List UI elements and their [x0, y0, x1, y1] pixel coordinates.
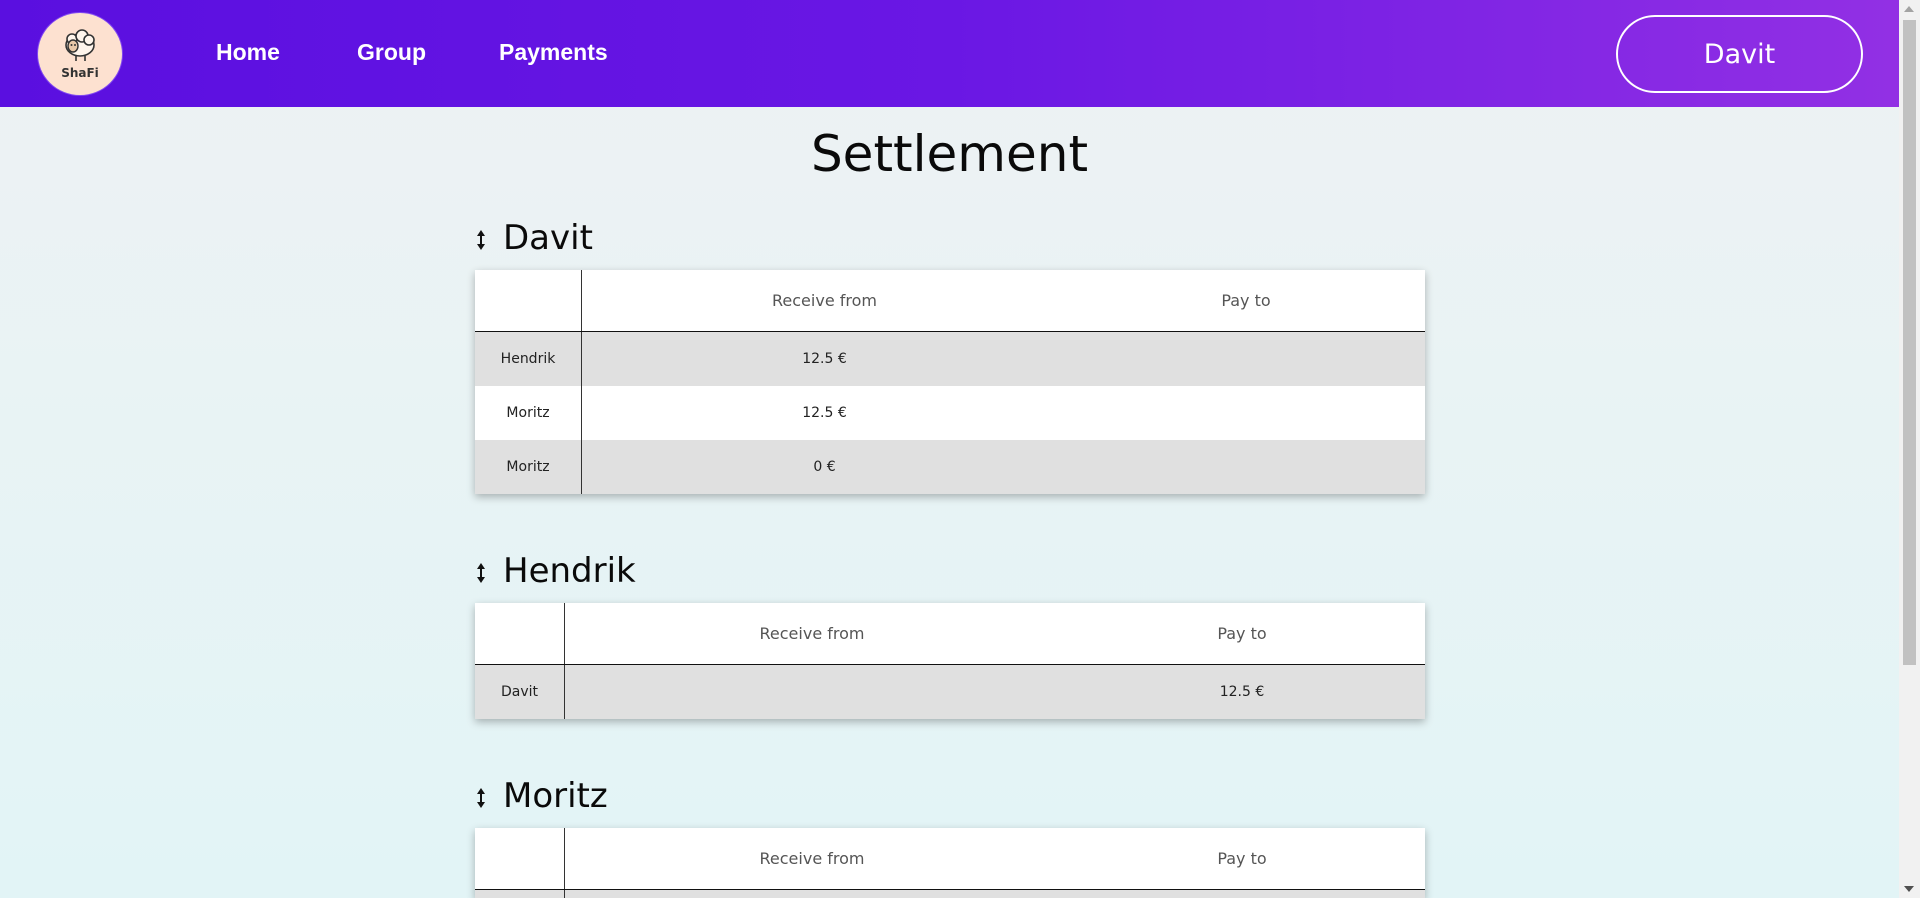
row-pay-amount: [1067, 386, 1425, 440]
vertical-scrollbar[interactable]: [1899, 0, 1920, 898]
page-title: Settlement: [810, 125, 1089, 183]
table-row: Moritz 12.5 €: [475, 386, 1425, 440]
table-row: Moritz 0 €: [475, 440, 1425, 494]
section-title: Moritz: [503, 776, 608, 816]
header-name-cell: [475, 270, 582, 331]
nav-link-home[interactable]: Home: [216, 39, 280, 66]
table-row: Hendrik 12.5 €: [475, 332, 1425, 386]
header-receive-from: Receive from: [759, 624, 865, 643]
settlement-section-hendrik: Hendrik Receive from Pay to Davit 12.5 €: [475, 551, 1425, 719]
row-person-cell: [475, 890, 565, 898]
row-person: Hendrik: [475, 332, 582, 386]
nav-link-group[interactable]: Group: [357, 39, 426, 66]
row-person: Davit: [475, 665, 565, 719]
header-pay-to: Pay to: [1221, 291, 1271, 310]
row-pay-amount: [1067, 332, 1425, 386]
sort-toggle-icon[interactable]: [475, 561, 487, 585]
settlement-table: Receive from Pay to Davit 12.5 €: [475, 603, 1425, 719]
row-receive-amount: [565, 665, 1059, 719]
header-pay-to: Pay to: [1217, 849, 1267, 868]
header-receive-from: Receive from: [772, 291, 877, 310]
table-row: Davit 12.5 €: [475, 665, 1425, 719]
header-receive-from: Receive from: [759, 849, 865, 868]
settlement-table: Receive from Pay to Hendrik 12.5 € Morit…: [475, 270, 1425, 494]
section-header[interactable]: Moritz: [475, 776, 1425, 826]
row-receive-amount: 0 €: [813, 459, 836, 475]
app-logo[interactable]: ShaFi: [38, 13, 122, 95]
settlement-section-davit: Davit Receive from Pay to Hendrik 12.5 €…: [475, 218, 1425, 494]
table-header-row: Receive from Pay to: [475, 270, 1425, 332]
table-row: [475, 890, 1425, 898]
row-person: Moritz: [475, 386, 582, 440]
header-pay-to: Pay to: [1217, 624, 1267, 643]
table-header-row: Receive from Pay to: [475, 603, 1425, 665]
section-header[interactable]: Davit: [475, 218, 1425, 268]
row-receive-amount: 12.5 €: [802, 405, 847, 421]
table-header-row: Receive from Pay to: [475, 828, 1425, 890]
settlement-section-moritz: Moritz Receive from Pay to: [475, 776, 1425, 898]
row-pay-amount: 12.5 €: [1219, 684, 1265, 700]
scroll-up-arrow-icon[interactable]: [1904, 6, 1914, 12]
sheep-icon: [65, 29, 95, 61]
row-receive-amount: 12.5 €: [802, 351, 847, 367]
top-navbar: ShaFi Home Group Payments Davit: [0, 0, 1899, 107]
header-name-cell: [475, 828, 565, 889]
row-pay-amount: [1067, 440, 1425, 494]
scroll-thumb[interactable]: [1903, 20, 1916, 665]
sort-toggle-icon[interactable]: [475, 228, 487, 252]
row-person: Moritz: [475, 440, 582, 494]
section-title: Hendrik: [503, 551, 636, 591]
logo-text: ShaFi: [61, 66, 99, 80]
section-title: Davit: [503, 218, 593, 258]
scroll-down-arrow-icon[interactable]: [1904, 886, 1914, 892]
settlement-table: Receive from Pay to: [475, 828, 1425, 898]
sort-toggle-icon[interactable]: [475, 786, 487, 810]
section-header[interactable]: Hendrik: [475, 551, 1425, 601]
nav-link-payments[interactable]: Payments: [499, 39, 608, 66]
header-name-cell: [475, 603, 565, 664]
user-profile-button[interactable]: Davit: [1616, 15, 1863, 93]
